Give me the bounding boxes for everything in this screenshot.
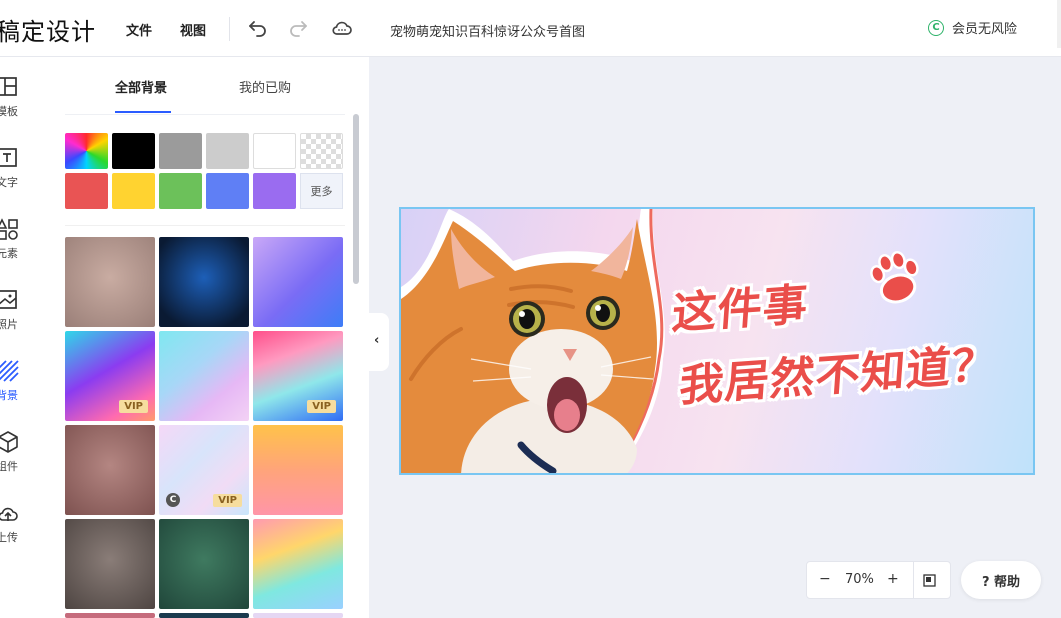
collapse-panel-button[interactable]: ‹ (369, 313, 389, 371)
rail-label: 元素 (0, 247, 18, 260)
tab-my-purchased[interactable]: 我的已购 (239, 77, 291, 96)
color-swatch-transparent[interactable] (300, 133, 343, 169)
zoom-divider (913, 562, 914, 598)
background-thumbnail[interactable] (65, 425, 155, 515)
template-icon (0, 77, 17, 96)
panel-tabs: 全部背景 我的已购 (65, 57, 345, 115)
rail-item-background[interactable]: 背景 (0, 359, 41, 419)
background-thumbnail[interactable] (159, 519, 249, 609)
rail-label: 模板 (0, 105, 18, 118)
color-swatch-light-gray[interactable] (206, 133, 249, 169)
zoom-out-button[interactable]: − (819, 571, 831, 587)
more-colors-button[interactable]: 更多 (300, 173, 343, 209)
rail-item-template[interactable]: 模板 (0, 75, 41, 135)
color-swatch-purple[interactable] (253, 173, 296, 209)
headline-line-1[interactable]: 这件事 (670, 268, 811, 341)
menu-file[interactable]: 文件 (126, 20, 152, 39)
panel-scrollbar[interactable] (353, 114, 359, 284)
copyright-c-icon: C (928, 19, 944, 36)
background-thumbnail[interactable]: VIP (253, 331, 343, 421)
background-panel: 全部背景 我的已购 更多 VIP VIP C VIP (41, 57, 369, 618)
paw-print-icon (870, 250, 919, 304)
rail-label: 背景 (0, 389, 18, 402)
rail-label: 上传 (0, 531, 18, 544)
active-tab-indicator (115, 111, 171, 113)
rail-item-elements[interactable]: 元素 (0, 217, 41, 277)
color-swatch-yellow[interactable] (112, 173, 155, 209)
tab-all-backgrounds[interactable]: 全部背景 (115, 77, 167, 96)
background-thumbnail[interactable]: VIP (65, 331, 155, 421)
color-swatch-green[interactable] (159, 173, 202, 209)
component-icon (0, 431, 18, 453)
background-thumbnail[interactable] (159, 613, 249, 618)
color-swatch-blue[interactable] (206, 173, 249, 209)
vip-badge: VIP (213, 494, 242, 507)
color-swatch-rainbow[interactable] (65, 133, 108, 169)
panel-separator (65, 225, 345, 226)
vip-badge: VIP (307, 400, 336, 413)
top-bar: 稿定设计 文件 视图 宠物萌宠知识百科惊讶公众号首图 C 会员无风险 (0, 0, 1061, 57)
background-thumbnail[interactable] (253, 425, 343, 515)
zoom-level[interactable]: 70% (845, 572, 874, 587)
app-logo[interactable]: 稿定设计 (0, 12, 96, 47)
fit-screen-icon[interactable] (923, 574, 936, 587)
rail-label: 组件 (0, 460, 18, 473)
member-guarantee[interactable]: C 会员无风险 (928, 18, 1017, 37)
background-thumbnail[interactable] (253, 519, 343, 609)
design-canvas[interactable]: 这件事 我居然不知道？ (399, 207, 1035, 475)
photo-icon (0, 290, 17, 309)
background-icon (0, 360, 19, 382)
elements-icon (0, 218, 18, 240)
background-thumbnail[interactable] (65, 237, 155, 327)
rail-item-component[interactable]: 组件 (0, 430, 41, 490)
menu-view[interactable]: 视图 (180, 20, 206, 39)
background-thumbnail[interactable] (159, 331, 249, 421)
header-divider (229, 17, 230, 41)
background-thumbnail[interactable] (253, 237, 343, 327)
color-swatch-black[interactable] (112, 133, 155, 169)
rail-item-text[interactable]: 文字 (0, 146, 41, 206)
background-thumbnail[interactable] (65, 519, 155, 609)
background-thumbnail[interactable] (65, 613, 155, 618)
background-thumbnail[interactable] (253, 613, 343, 618)
color-swatch-red[interactable] (65, 173, 108, 209)
text-icon (0, 148, 17, 167)
chevron-left-icon: ‹ (374, 333, 380, 348)
undo-icon[interactable] (246, 16, 270, 40)
redo-icon[interactable] (286, 16, 310, 40)
color-swatch-dark-gray[interactable] (159, 133, 202, 169)
copyright-c-icon: C (166, 493, 180, 507)
zoom-control: − 70% + (806, 561, 951, 599)
help-button[interactable]: ? 帮助 (961, 561, 1041, 599)
zoom-in-button[interactable]: + (887, 571, 899, 587)
rail-item-photo[interactable]: 照片 (0, 288, 41, 348)
left-rail: 模板 文字 元素 照片 背景 组件 上传 (0, 57, 42, 618)
cloud-save-icon[interactable] (330, 16, 354, 40)
top-right-edge (1057, 0, 1061, 48)
document-title[interactable]: 宠物萌宠知识百科惊讶公众号首图 (390, 21, 585, 40)
upload-icon (0, 507, 18, 521)
member-label: 会员无风险 (952, 22, 1018, 37)
rail-item-upload[interactable]: 上传 (0, 501, 41, 561)
background-thumbnail[interactable]: C VIP (159, 425, 249, 515)
vip-badge: VIP (119, 400, 148, 413)
rail-label: 照片 (0, 318, 18, 331)
color-swatch-white[interactable] (253, 133, 296, 169)
background-thumbnail[interactable] (159, 237, 249, 327)
rail-label: 文字 (0, 176, 18, 189)
